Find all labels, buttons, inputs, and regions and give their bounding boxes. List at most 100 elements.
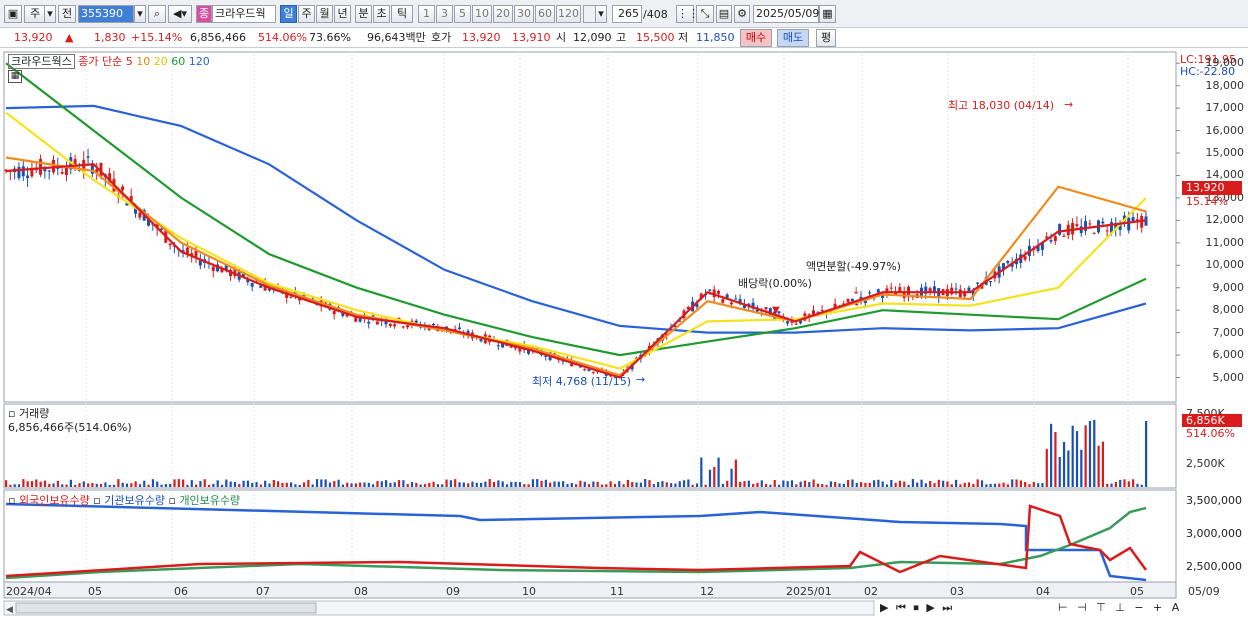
interval-1[interactable]: 1 — [418, 5, 435, 23]
volume-bar — [290, 482, 293, 487]
volume-bar — [372, 484, 375, 487]
volume-bar — [475, 482, 478, 487]
chart-draw-icon[interactable]: ⤡ — [696, 5, 714, 23]
period-week[interactable]: 주 — [298, 5, 315, 23]
volume-bar — [553, 481, 556, 487]
candle-body — [876, 289, 880, 293]
volume-bar — [1054, 432, 1057, 487]
date-input[interactable]: 2025/05/09 — [753, 5, 819, 23]
candle-body — [496, 345, 500, 347]
volume-bar — [302, 482, 306, 487]
table-icon[interactable]: ▦ — [8, 70, 22, 83]
volume-bar — [544, 479, 547, 487]
volume-bar — [752, 484, 755, 487]
gear-icon[interactable]: ⚙ — [734, 5, 750, 23]
volume-bar — [385, 480, 388, 487]
volume-bar — [492, 481, 496, 487]
period-month[interactable]: 월 — [316, 5, 333, 23]
stock-code-input[interactable]: 355390 — [78, 5, 134, 23]
stock-chart[interactable]: ◀ → → ▼ ↓ — [0, 50, 1248, 621]
search-icon[interactable]: ⌕ — [148, 5, 166, 23]
eval-button[interactable]: 평 — [816, 29, 836, 47]
period-day[interactable]: 일 — [280, 5, 297, 23]
volume-bar — [393, 482, 396, 487]
candle-body — [786, 321, 790, 324]
period-year[interactable]: 년 — [334, 5, 351, 23]
open-price: 12,090 — [573, 31, 612, 44]
volume-bar — [708, 469, 712, 487]
volume-bar — [674, 483, 677, 487]
interval-30[interactable]: 30 — [514, 5, 534, 23]
volume-bar — [942, 480, 945, 487]
volume-bar — [596, 481, 599, 487]
volume-bar — [56, 480, 60, 487]
calendar-icon[interactable]: ▦ — [819, 5, 836, 23]
chevron-down-icon[interactable]: ▾ — [44, 5, 56, 23]
period-second[interactable]: 초 — [373, 5, 390, 23]
volume-bar — [1032, 481, 1035, 487]
x-tick-label: 05 — [88, 585, 102, 598]
interval-120[interactable]: 120 — [556, 5, 581, 23]
volume-bar — [1037, 483, 1040, 487]
candle-body — [868, 292, 872, 294]
volume-bar — [583, 481, 586, 487]
volume-bar — [376, 481, 379, 487]
zoom-controls[interactable]: ⊢ ⊣ ⊤ ⊥ − + A — [1058, 601, 1182, 614]
buy-button[interactable]: 매수 — [740, 29, 772, 47]
candle-body — [371, 315, 375, 317]
save-icon[interactable]: ▤ — [716, 5, 732, 23]
volume-bar — [795, 484, 798, 487]
volume-bar — [670, 483, 673, 487]
interval-10[interactable]: 10 — [472, 5, 492, 23]
interval-3[interactable]: 3 — [436, 5, 453, 23]
chevron-down-icon[interactable]: ▾ — [595, 5, 607, 23]
interval-60[interactable]: 60 — [535, 5, 555, 23]
legend-institution: 기관보유수량 — [104, 494, 165, 507]
volume-bar — [518, 482, 522, 487]
candle-body — [375, 321, 379, 325]
volume-bar — [1140, 484, 1143, 487]
low-marker-icon: → — [636, 373, 645, 386]
volume-bar — [52, 483, 55, 487]
volume-bar — [294, 484, 297, 487]
price-tick: 18,000 — [1205, 78, 1245, 92]
mode-select-2[interactable]: 전 — [58, 5, 76, 23]
scroll-left-icon[interactable]: ◀ — [6, 605, 13, 615]
legend-type: 종가 단순 — [78, 55, 123, 68]
current-price: 13,920 — [14, 31, 53, 44]
mode-select-1[interactable]: 주 — [24, 5, 46, 23]
volume-bar — [242, 480, 245, 487]
candle-body — [401, 326, 405, 328]
volume-bar — [985, 484, 988, 487]
volume-bar — [704, 484, 707, 487]
candle-body — [1049, 240, 1053, 242]
chart-layout-icon[interactable]: ▣ — [4, 5, 22, 23]
volume-bar — [190, 480, 193, 487]
volume-bar — [112, 484, 116, 487]
volume-bar — [531, 479, 535, 487]
sell-button[interactable]: 매도 — [777, 29, 809, 47]
volume-bar — [851, 479, 854, 487]
volume-bar — [1041, 483, 1044, 487]
current-vol-pct: 514.06% — [1186, 427, 1235, 440]
volume-bar — [868, 482, 871, 487]
grid-icon[interactable]: ⋮⋮ — [676, 5, 699, 23]
interval-5[interactable]: 5 — [454, 5, 471, 23]
speaker-icon[interactable]: ◀▾ — [168, 5, 192, 23]
volume-bar — [587, 484, 591, 487]
playback-controls[interactable]: ▶ ⏮ ⏹ ▶ ⏭ — [880, 601, 954, 615]
volume-bar — [847, 480, 850, 487]
interval-20[interactable]: 20 — [493, 5, 513, 23]
volume-bar — [95, 483, 98, 487]
volume-bar — [907, 484, 910, 487]
volume-bar — [747, 480, 750, 487]
volume-bar — [320, 479, 323, 487]
volume-bar — [311, 484, 314, 487]
candle-body — [717, 290, 720, 294]
bar-count-input[interactable]: 265 — [612, 5, 642, 23]
chevron-down-icon[interactable]: ▾ — [134, 5, 146, 23]
current-price-tag: 13,920 — [1182, 181, 1242, 195]
scrollbar-thumb[interactable] — [15, 602, 317, 614]
period-minute[interactable]: 분 — [355, 5, 372, 23]
period-tick[interactable]: 틱 — [391, 5, 413, 23]
